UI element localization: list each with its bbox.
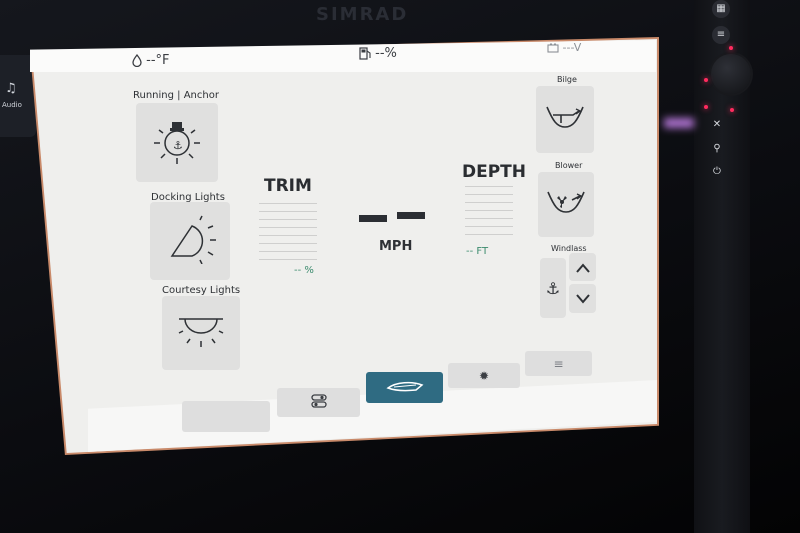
battery-icon [547, 41, 563, 54]
nav-tab-boat[interactable] [366, 372, 443, 403]
music-note-icon: ♫ [5, 81, 17, 96]
trim-readout: -- % [294, 265, 314, 276]
speed-unit: MPH [379, 239, 413, 254]
knob-led [730, 108, 734, 112]
depth-title: DEPTH [462, 162, 527, 182]
nav-tab-blank[interactable] [182, 401, 270, 432]
docking-lights-button[interactable] [150, 202, 230, 280]
anchor-icon: ⚓ [545, 278, 561, 298]
brand-logo: SIMRAD [316, 4, 409, 25]
fuel-status: --% [359, 46, 397, 61]
battery-status: ---V [547, 41, 581, 54]
knob-led [729, 46, 733, 50]
bilge-label: Bilge [557, 75, 577, 84]
nav-tab-brightness[interactable]: ✹ [448, 363, 520, 388]
droplet-icon [132, 53, 146, 68]
courtesy-light-icon [173, 309, 229, 357]
temperature-status: --°F [132, 53, 170, 68]
svg-text:⚓: ⚓ [173, 139, 183, 152]
chevron-down-icon [575, 289, 590, 308]
speed-dash [359, 215, 387, 222]
navigation-light-icon: ⚓ [150, 116, 204, 170]
windlass-label: Windlass [551, 244, 587, 253]
courtesy-lights-button[interactable] [162, 296, 240, 370]
power-hw-icon[interactable]: ⏻ [708, 163, 726, 181]
depth-readout: -- FT [466, 246, 489, 257]
close-hw-icon[interactable]: ✕ [708, 116, 726, 134]
bilge-button[interactable] [536, 86, 594, 153]
trim-scale [259, 203, 317, 267]
fuel-pump-icon [359, 46, 375, 61]
blower-button[interactable] [538, 172, 594, 237]
rotary-knob[interactable] [711, 54, 751, 94]
speed-dash [397, 212, 425, 219]
audio-tab-label: Audio [2, 101, 22, 109]
menu-icon: ≡ [553, 356, 564, 371]
battery-value: ---V [562, 41, 582, 54]
knob-led [704, 78, 708, 82]
docking-light-icon [162, 214, 218, 268]
blower-label: Blower [555, 161, 583, 170]
courtesy-lights-label: Courtesy Lights [162, 285, 241, 296]
switches-icon [310, 394, 327, 411]
temperature-value: --°F [146, 53, 170, 68]
knob-led [704, 105, 708, 109]
chevron-up-icon [575, 258, 590, 277]
running-anchor-label: Running | Anchor [133, 90, 219, 101]
brightness-icon: ✹ [478, 368, 490, 383]
depth-scale [465, 186, 513, 242]
windlass-down-button[interactable] [569, 284, 596, 313]
ambient-glow [664, 118, 694, 128]
boat-icon [385, 379, 424, 396]
pin-hw-icon[interactable]: ⚲ [708, 140, 726, 158]
windlass-anchor-tile: ⚓ [540, 258, 566, 318]
bilge-pump-icon [543, 101, 587, 139]
running-anchor-button[interactable]: ⚓ [136, 103, 218, 182]
windlass-up-button[interactable] [569, 253, 596, 281]
blower-fan-icon [544, 186, 588, 224]
trim-title: TRIM [264, 176, 312, 196]
nav-tab-menu[interactable]: ≡ [525, 351, 592, 376]
grid-button[interactable]: ▦ [712, 0, 730, 18]
nav-tab-switches[interactable] [277, 388, 360, 417]
menu-hw-button[interactable]: ≡ [712, 26, 730, 44]
fuel-value: --% [375, 46, 397, 61]
